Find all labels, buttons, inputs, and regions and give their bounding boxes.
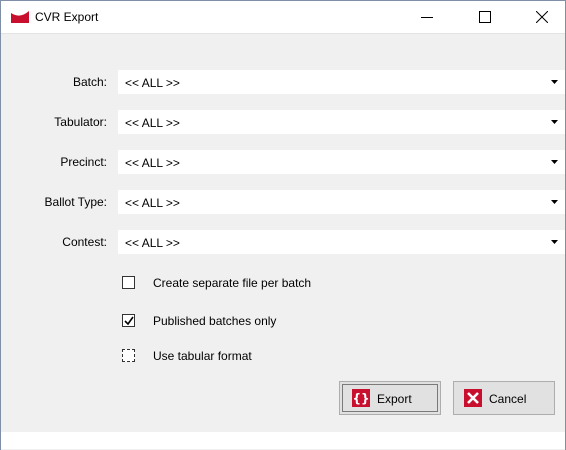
chevron-down-icon: [551, 240, 558, 244]
tabulator-value: << ALL >>: [125, 116, 180, 130]
tabular-format-label: Use tabular format: [153, 349, 252, 363]
chevron-down-icon: [551, 120, 558, 124]
precinct-label: Precinct:: [60, 155, 107, 169]
batch-dropdown[interactable]: << ALL >>: [118, 70, 565, 94]
dialog-body: Batch: << ALL >> Tabulator: << ALL >> Pr…: [1, 33, 565, 450]
app-logo-icon: [11, 11, 29, 23]
ballot-type-dropdown[interactable]: << ALL >>: [118, 190, 565, 214]
precinct-dropdown[interactable]: << ALL >>: [118, 150, 565, 174]
tabulator-label: Tabulator:: [54, 115, 107, 129]
tabular-format-checkbox[interactable]: [122, 349, 135, 362]
published-only-label: Published batches only: [153, 314, 277, 328]
separate-file-checkbox[interactable]: [122, 276, 135, 289]
close-button[interactable]: [519, 1, 565, 33]
contest-dropdown[interactable]: << ALL >>: [118, 230, 565, 254]
ballot-type-value: << ALL >>: [125, 196, 180, 210]
precinct-value: << ALL >>: [125, 156, 180, 170]
published-only-checkbox[interactable]: [122, 314, 135, 327]
contest-label: Contest:: [62, 235, 107, 249]
cancel-label: Cancel: [489, 392, 527, 406]
batch-value: << ALL >>: [125, 76, 180, 90]
cancel-x-icon: [464, 389, 482, 407]
minimize-button[interactable]: [404, 1, 450, 33]
export-button[interactable]: {} Export: [339, 381, 441, 415]
separate-file-label: Create separate file per batch: [153, 276, 312, 290]
cvr-export-dialog: CVR Export Batch: << ALL >> Tabulator: <…: [0, 0, 566, 450]
contest-value: << ALL >>: [125, 236, 180, 250]
minimize-icon: [421, 17, 433, 18]
batch-label: Batch:: [72, 75, 107, 89]
status-strip: [1, 432, 565, 449]
close-icon: [536, 11, 548, 23]
maximize-button[interactable]: [462, 1, 508, 33]
code-braces-icon: {}: [352, 389, 370, 407]
cancel-button[interactable]: Cancel: [453, 381, 555, 415]
chevron-down-icon: [551, 200, 558, 204]
chevron-down-icon: [551, 160, 558, 164]
svg-text:{}: {}: [352, 392, 369, 406]
chevron-down-icon: [551, 80, 558, 84]
tabulator-dropdown[interactable]: << ALL >>: [118, 110, 565, 134]
maximize-icon: [479, 11, 491, 23]
ballot-type-label: Ballot Type:: [44, 195, 107, 209]
checkmark-icon: [124, 316, 134, 326]
title-bar[interactable]: CVR Export: [1, 1, 565, 33]
window-title: CVR Export: [35, 10, 99, 24]
export-label: Export: [377, 392, 412, 406]
